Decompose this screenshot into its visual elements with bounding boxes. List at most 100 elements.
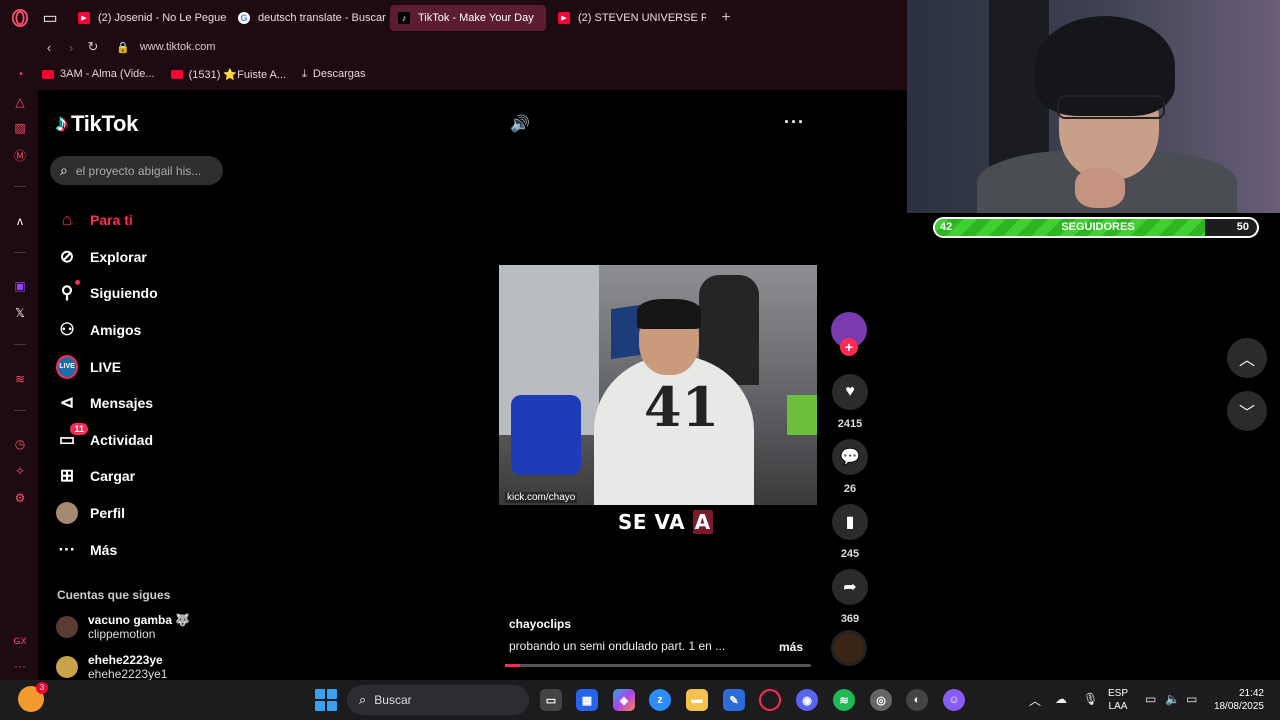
nav-actividad[interactable]: ▭ 11 Actividad: [56, 422, 158, 459]
aria-icon[interactable]: △: [12, 94, 28, 110]
editor-icon[interactable]: ✎: [723, 689, 745, 711]
start-button[interactable]: [315, 689, 337, 711]
history-icon[interactable]: ◷: [12, 436, 28, 452]
pinboard-icon[interactable]: ▨: [12, 120, 28, 136]
nav-siguiendo[interactable]: ⚲ Siguiendo: [56, 275, 158, 312]
lock-icon[interactable]: 🔒: [116, 41, 130, 54]
aria-ai-icon[interactable]: ʌ: [12, 213, 28, 229]
store-icon[interactable]: ▦: [576, 689, 598, 711]
nav-explorar[interactable]: ⊘ Explorar: [56, 239, 158, 276]
messenger-icon[interactable]: Ⓜ: [12, 148, 28, 164]
volume-icon[interactable]: 🔊: [510, 114, 530, 134]
file-explorer-icon[interactable]: ▬: [686, 689, 708, 711]
logo-text: TikTok: [71, 111, 139, 136]
more-button[interactable]: más: [779, 640, 803, 654]
chevron-up-icon: ︿: [1238, 352, 1255, 369]
nav-amigos[interactable]: ⚇ Amigos: [56, 312, 158, 349]
music-disc-icon[interactable]: [831, 630, 867, 666]
workspaces-icon[interactable]: ▭: [40, 0, 60, 36]
divider: [14, 186, 26, 187]
bookmark-descargas[interactable]: ⤓ Descargas: [302, 68, 365, 81]
refresh-icon[interactable]: ◔: [12, 66, 28, 82]
zoom-icon[interactable]: z: [649, 689, 671, 711]
nav-label: Actividad: [90, 431, 154, 448]
opera-logo-icon[interactable]: [0, 0, 40, 36]
video-progress[interactable]: [505, 664, 811, 667]
search-box[interactable]: ⌕: [50, 156, 223, 185]
following-account[interactable]: ehehe2223ye ehehe2223ye1: [56, 653, 167, 681]
save-action[interactable]: ▮ 245: [831, 504, 869, 560]
nav-mas[interactable]: ··· Más: [56, 531, 158, 568]
onedrive-icon[interactable]: ☁: [1055, 692, 1067, 706]
opera-gx-taskbar-icon[interactable]: [759, 689, 781, 711]
twitch-icon[interactable]: ▣: [12, 278, 28, 294]
settings-icon[interactable]: ⚙: [12, 490, 28, 506]
volume-tray-icon[interactable]: 🔈: [1165, 692, 1180, 706]
nav-mensajes[interactable]: ⊲ Mensajes: [56, 385, 158, 422]
back-button[interactable]: ‹: [38, 40, 60, 55]
action-bar: + ♥ 2415 💬 26 ▮ 245 ➦ 369: [831, 312, 869, 666]
creator-avatar[interactable]: +: [831, 312, 867, 356]
search-input[interactable]: [75, 163, 206, 178]
nav-para-ti[interactable]: ⌂ Para ti: [56, 202, 158, 239]
more-options-icon[interactable]: ···: [784, 112, 805, 133]
bookmark-label: 3AM - Alma (Vide...: [60, 68, 155, 80]
gx-icon[interactable]: GX: [12, 633, 28, 649]
nav-cargar[interactable]: ⊞ Cargar: [56, 458, 158, 495]
url-field[interactable]: www.tiktok.com: [140, 41, 216, 53]
extensions-icon[interactable]: ✧: [12, 463, 28, 479]
share-action[interactable]: ➦ 369: [831, 569, 869, 625]
battery-icon[interactable]: ▭: [1186, 692, 1197, 706]
tiktok-icon: ♪: [398, 12, 410, 24]
search-icon[interactable]: ⌕: [60, 162, 68, 179]
new-tab-button[interactable]: +: [714, 9, 738, 27]
comment-action[interactable]: 💬 26: [831, 439, 869, 495]
microphone-icon[interactable]: 🎙: [1083, 692, 1098, 706]
search-icon: ⌕: [359, 692, 367, 707]
tab-tiktok[interactable]: ♪ TikTok - Make Your Day: [390, 5, 546, 31]
tiktok-logo[interactable]: ♪ TikTok: [56, 110, 138, 138]
bookmark-icon[interactable]: ▮: [832, 504, 868, 540]
discord-icon[interactable]: ◉: [796, 689, 818, 711]
share-icon[interactable]: ➦: [832, 569, 868, 605]
chat-app-icon[interactable]: ☺: [943, 689, 965, 711]
spotify-taskbar-icon[interactable]: ≋: [833, 689, 855, 711]
tab-josenid[interactable]: ▶ (2) Josenid - No Le Pegue: [70, 5, 226, 31]
previous-video-button[interactable]: ︿: [1227, 338, 1267, 378]
notification-badge: 3: [36, 682, 48, 694]
following-account[interactable]: vacuno gamba 🐺 clippemotion: [56, 613, 190, 641]
tab-label: (2) STEVEN UNIVERSE RAP: [578, 12, 706, 24]
next-video-button[interactable]: ﹀: [1227, 391, 1267, 431]
copilot-icon[interactable]: ◈: [613, 689, 635, 711]
reload-button[interactable]: ↻: [82, 39, 104, 55]
search-label: Buscar: [374, 693, 412, 707]
video-player[interactable]: 41 kick.com/chayo: [499, 265, 817, 505]
obs-icon[interactable]: ◎: [870, 689, 892, 711]
bookmark-fuiste[interactable]: (1531) ⭐Fuiste A...: [170, 68, 286, 81]
chevron-up-icon[interactable]: ︿: [1029, 692, 1041, 709]
bookmark-3am-alma[interactable]: 3AM - Alma (Vide...: [42, 68, 155, 80]
nav-perfil[interactable]: Perfil: [56, 495, 158, 532]
steam-icon[interactable]: ◐: [906, 689, 928, 711]
forward-button[interactable]: ›: [60, 40, 82, 55]
stream-overlay: 42 SEGUIDORES 50 ︿ ﹀: [907, 0, 1280, 680]
system-clock[interactable]: 21:42 18/08/2025: [1212, 687, 1264, 713]
taskbar-search[interactable]: ⌕ Buscar: [347, 685, 529, 715]
task-view-icon[interactable]: ▭: [540, 689, 562, 711]
youtube-icon: [42, 69, 54, 79]
network-icon[interactable]: ▭: [1145, 692, 1156, 706]
nav-live[interactable]: LIVE LIVE: [56, 348, 158, 385]
follow-plus-icon[interactable]: +: [840, 338, 858, 356]
browser-sidebar: ◔ △ ▨ Ⓜ ʌ ▣ 𝕏 ≋ ◷ ✧ ⚙ GX ···: [0, 58, 38, 680]
tab-deutsch-translate[interactable]: G deutsch translate - Buscar: [230, 5, 386, 31]
like-action[interactable]: ♥ 2415: [831, 374, 869, 430]
tab-steven-universe[interactable]: ▶ (2) STEVEN UNIVERSE RAP: [550, 5, 706, 31]
widgets-icon[interactable]: 3: [18, 682, 48, 712]
x-icon[interactable]: 𝕏: [12, 305, 28, 321]
language-indicator[interactable]: ESP LAA: [1108, 687, 1128, 713]
more-icon[interactable]: ···: [12, 658, 28, 674]
heart-icon[interactable]: ♥: [832, 374, 868, 410]
video-author[interactable]: chayoclips: [509, 617, 571, 631]
spotify-icon[interactable]: ≋: [12, 371, 28, 387]
comment-icon[interactable]: 💬: [832, 439, 868, 475]
